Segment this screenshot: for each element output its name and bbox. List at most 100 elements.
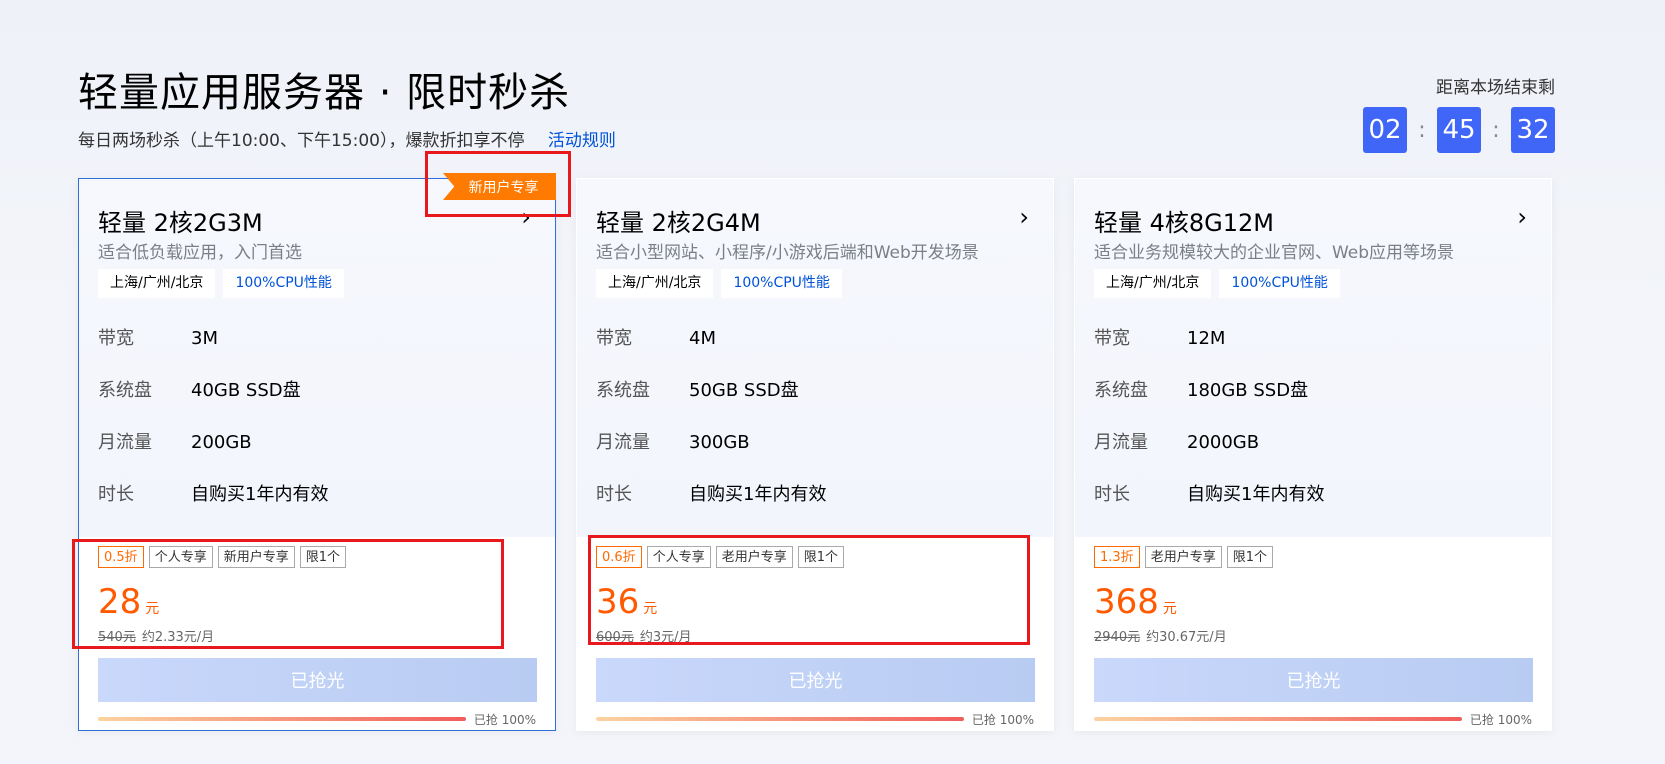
- spec-value: 40GB SSD盘: [191, 380, 301, 401]
- card-title: 轻量 2核2G3M: [98, 209, 263, 237]
- sold-out-button[interactable]: 已抢光: [596, 658, 1035, 702]
- countdown-label: 距离本场结束剩: [1436, 78, 1555, 98]
- spec-label: 月流量: [98, 432, 152, 453]
- strikethrough-price: 540元: [98, 630, 136, 645]
- card-tags: 上海/广州/北京 100%CPU性能: [596, 269, 842, 298]
- sold-progress-label: 已抢 100%: [1469, 713, 1532, 727]
- sold-progress-label: 已抢 100%: [473, 713, 536, 727]
- countdown-seconds: 32: [1511, 107, 1555, 153]
- price: 368 元: [1094, 582, 1177, 622]
- card-tags: 上海/广州/北京 100%CPU性能: [1094, 269, 1340, 298]
- countdown-minutes: 45: [1437, 107, 1481, 153]
- spec-value: 自购买1年内有效: [1187, 484, 1325, 505]
- offer-badges: 1.3折 老用户专享 限1个: [1094, 546, 1273, 568]
- spec-disk: 系统盘 180GB SSD盘: [1094, 376, 1308, 402]
- page-subtitle: 每日两场秒杀（上午10:00、下午15:00），爆款折扣享不停 活动规则: [78, 126, 616, 151]
- price-unit: 元: [1162, 601, 1177, 617]
- spec-value: 3M: [191, 328, 218, 349]
- original-price: 600元 约3元/月: [596, 626, 691, 645]
- price-unit: 元: [643, 601, 658, 617]
- offer-badge: 个人专享: [646, 546, 711, 568]
- cpu-tag: 100%CPU性能: [721, 269, 842, 298]
- discount-badge: 0.6折: [596, 546, 642, 568]
- spec-label: 月流量: [1094, 432, 1148, 453]
- spec-value: 50GB SSD盘: [689, 380, 799, 401]
- spec-label: 带宽: [1094, 328, 1130, 349]
- spec-disk: 系统盘 50GB SSD盘: [596, 376, 799, 402]
- new-user-ribbon: 新用户专享: [443, 173, 556, 200]
- spec-value: 自购买1年内有效: [689, 484, 827, 505]
- spec-label: 时长: [1094, 484, 1130, 505]
- page-title: 轻量应用服务器 · 限时秒杀: [78, 70, 571, 116]
- price: 28 元: [98, 582, 159, 622]
- offer-badge: 老用户专享: [715, 546, 793, 568]
- price: 36 元: [596, 582, 657, 622]
- spec-value: 4M: [689, 328, 716, 349]
- spec-value: 12M: [1187, 328, 1226, 349]
- monthly-price: 约30.67元/月: [1146, 630, 1227, 645]
- card-description: 适合低负载应用，入门首选: [98, 243, 302, 263]
- spec-duration: 时长 自购买1年内有效: [98, 480, 328, 506]
- card-title: 轻量 2核2G4M: [596, 209, 761, 237]
- spec-disk: 系统盘 40GB SSD盘: [98, 376, 301, 402]
- discount-badge: 1.3折: [1094, 546, 1140, 568]
- product-card-3[interactable]: 轻量 4核8G12M › 适合业务规模较大的企业官网、Web应用等场景 上海/广…: [1074, 178, 1552, 731]
- offer-badges: 0.6折 个人专享 老用户专享 限1个: [596, 546, 844, 568]
- chevron-right-icon[interactable]: ›: [1517, 205, 1527, 229]
- price-unit: 元: [145, 601, 160, 617]
- region-tag: 上海/广州/北京: [98, 269, 216, 298]
- spec-bandwidth: 带宽 12M: [1094, 324, 1225, 350]
- spec-duration: 时长 自购买1年内有效: [1094, 480, 1324, 506]
- subtitle-text: 每日两场秒杀（上午10:00、下午15:00），爆款折扣享不停: [78, 131, 525, 151]
- strikethrough-price: 2940元: [1094, 630, 1141, 645]
- chevron-right-icon[interactable]: ›: [521, 205, 531, 229]
- monthly-price: 约2.33元/月: [141, 630, 215, 645]
- spec-label: 月流量: [596, 432, 650, 453]
- spec-label: 系统盘: [596, 380, 650, 401]
- offer-badge: 限1个: [1226, 546, 1273, 568]
- spec-label: 带宽: [98, 328, 134, 349]
- sold-out-button[interactable]: 已抢光: [1094, 658, 1533, 702]
- rules-link[interactable]: 活动规则: [548, 131, 616, 151]
- spec-label: 系统盘: [1094, 380, 1148, 401]
- price-value: 28: [98, 582, 142, 622]
- spec-traffic: 月流量 2000GB: [1094, 428, 1259, 454]
- spec-bandwidth: 带宽 3M: [98, 324, 218, 350]
- price-value: 36: [596, 582, 640, 622]
- product-card-1[interactable]: 轻量 2核2G3M › 适合低负载应用，入门首选 上海/广州/北京 100%CP…: [78, 178, 556, 731]
- countdown-timer: 02 : 45 : 32: [1363, 107, 1555, 153]
- countdown-separator: :: [1418, 117, 1426, 143]
- original-price: 540元 约2.33元/月: [98, 626, 214, 645]
- original-price: 2940元 约30.67元/月: [1094, 626, 1227, 645]
- offer-badges: 0.5折 个人专享 新用户专享 限1个: [98, 546, 346, 568]
- sold-progress-bar: [1094, 717, 1462, 721]
- region-tag: 上海/广州/北京: [1094, 269, 1212, 298]
- spec-traffic: 月流量 300GB: [596, 428, 750, 454]
- sold-out-button[interactable]: 已抢光: [98, 658, 537, 702]
- product-card-2[interactable]: 轻量 2核2G4M › 适合小型网站、小程序/小游戏后端和Web开发场景 上海/…: [576, 178, 1054, 731]
- spec-traffic: 月流量 200GB: [98, 428, 252, 454]
- discount-badge: 0.5折: [98, 546, 144, 568]
- spec-label: 系统盘: [98, 380, 152, 401]
- spec-label: 时长: [596, 484, 632, 505]
- offer-badge: 限1个: [797, 546, 844, 568]
- region-tag: 上海/广州/北京: [596, 269, 714, 298]
- cpu-tag: 100%CPU性能: [1219, 269, 1340, 298]
- offer-badge: 限1个: [299, 546, 346, 568]
- spec-bandwidth: 带宽 4M: [596, 324, 716, 350]
- monthly-price: 约3元/月: [639, 630, 692, 645]
- chevron-right-icon[interactable]: ›: [1019, 205, 1029, 229]
- countdown-separator: :: [1492, 117, 1500, 143]
- card-description: 适合业务规模较大的企业官网、Web应用等场景: [1094, 243, 1455, 263]
- spec-label: 时长: [98, 484, 134, 505]
- countdown-hours: 02: [1363, 107, 1407, 153]
- offer-badge: 老用户专享: [1144, 546, 1222, 568]
- sold-progress-bar: [596, 717, 964, 721]
- spec-value: 300GB: [689, 432, 750, 453]
- card-description: 适合小型网站、小程序/小游戏后端和Web开发场景: [596, 243, 979, 263]
- card-tags: 上海/广州/北京 100%CPU性能: [98, 269, 344, 298]
- spec-value: 200GB: [191, 432, 252, 453]
- card-title: 轻量 4核8G12M: [1094, 209, 1275, 237]
- spec-label: 带宽: [596, 328, 632, 349]
- offer-badge: 新用户专享: [217, 546, 295, 568]
